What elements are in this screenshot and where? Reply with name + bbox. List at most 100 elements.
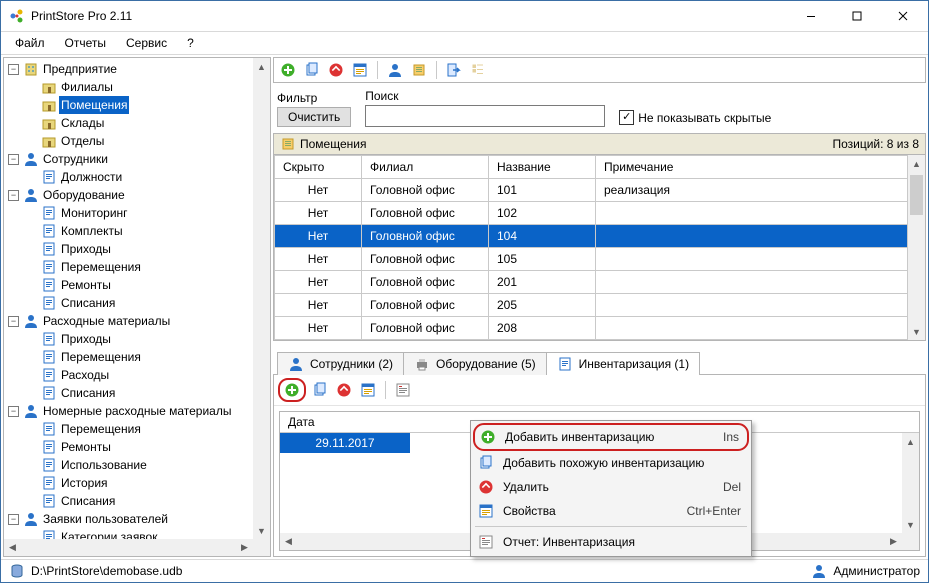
tree-item[interactable]: Приходы	[26, 330, 270, 348]
toolbar-add-button[interactable]	[278, 60, 298, 80]
menu-file[interactable]: Файл	[5, 34, 55, 52]
tree-item[interactable]: Должности	[26, 168, 270, 186]
table-row[interactable]: НетГоловной офис105	[275, 248, 908, 271]
toolbar-list-button[interactable]	[409, 60, 429, 80]
toolbar-delete-button[interactable]	[326, 60, 346, 80]
tree-item[interactable]: Мониторинг	[26, 204, 270, 222]
tree-item[interactable]: Перемещения	[26, 420, 270, 438]
inv-add-button[interactable]	[282, 380, 302, 400]
filter-clear-button[interactable]: Очистить	[277, 107, 351, 127]
tree-item[interactable]: Отделы	[26, 132, 270, 150]
tree-item[interactable]: История	[26, 474, 270, 492]
maximize-button[interactable]	[834, 1, 880, 31]
content-pane: Фильтр Очистить Поиск ✓ Не показывать ск…	[273, 57, 926, 557]
toolbar-export-button[interactable]	[444, 60, 464, 80]
detail-tabs: Сотрудники (2)Оборудование (5)Инвентариз…	[273, 351, 926, 374]
table-row[interactable]: НетГоловной офис201	[275, 271, 908, 294]
detail-tab[interactable]: Сотрудники (2)	[277, 352, 404, 375]
inventory-toolbar	[274, 375, 925, 406]
inv-delete-button[interactable]	[334, 380, 354, 400]
inventory-list: Дата 29.11.2017 ▲▼ ◀▶ Добавить инвентари…	[279, 411, 920, 551]
search-input[interactable]	[365, 105, 605, 127]
table-row[interactable]: НетГоловной офис208	[275, 317, 908, 340]
tree-item[interactable]: Филиалы	[26, 78, 270, 96]
table-row[interactable]: НетГоловной офис205	[275, 294, 908, 317]
tree-item[interactable]: −Заявки пользователей	[8, 510, 270, 528]
invlist-scrollbar-vertical[interactable]: ▲▼	[902, 433, 919, 533]
tree-scrollbar-vertical[interactable]: ▲▼	[253, 58, 270, 539]
detail-tab[interactable]: Оборудование (5)	[403, 352, 547, 375]
hide-checkbox-label: Не показывать скрытые	[638, 111, 771, 125]
context-menu-item[interactable]: Добавить инвентаризациюIns	[473, 423, 749, 451]
user-icon	[811, 563, 827, 579]
list-item[interactable]: 29.11.2017	[280, 433, 410, 453]
menu-service[interactable]: Сервис	[116, 34, 177, 52]
context-menu-item[interactable]: Добавить похожую инвентаризацию	[473, 451, 749, 475]
grid-title-icon	[280, 136, 296, 152]
tree-item[interactable]: Склады	[26, 114, 270, 132]
table-row[interactable]: НетГоловной офис101реализация	[275, 179, 908, 202]
toolbar-copy-button[interactable]	[302, 60, 322, 80]
titlebar: PrintStore Pro 2.11	[1, 1, 928, 32]
tree-item[interactable]: Перемещения	[26, 348, 270, 366]
grid-counter: Позиций: 8 из 8	[832, 137, 919, 151]
rooms-grid: Помещения Позиций: 8 из 8 СкрытоФилиалНа…	[273, 133, 926, 341]
tree-item[interactable]: Перемещения	[26, 258, 270, 276]
grid-col-header[interactable]: Филиал	[362, 156, 489, 179]
toolbar-person-button[interactable]	[385, 60, 405, 80]
filter-label: Фильтр	[277, 91, 351, 105]
tree-item[interactable]: Списания	[26, 294, 270, 312]
inventory-context-menu: Добавить инвентаризациюInsДобавить похож…	[470, 420, 752, 557]
tree-item[interactable]: Ремонты	[26, 438, 270, 456]
grid-col-header[interactable]: Название	[489, 156, 596, 179]
tree-item[interactable]: −Оборудование	[8, 186, 270, 204]
status-path: D:\PrintStore\demobase.udb	[31, 564, 182, 578]
grid-scrollbar-vertical[interactable]: ▲▼	[908, 155, 925, 340]
nav-tree-pane: −ПредприятиеФилиалыПомещенияСкладыОтделы…	[3, 57, 271, 557]
table-row[interactable]: НетГоловной офис104	[275, 225, 908, 248]
tree-item[interactable]: −Расходные материалы	[8, 312, 270, 330]
grid-col-header[interactable]: Скрыто	[275, 156, 362, 179]
tree-item[interactable]: Использование	[26, 456, 270, 474]
highlight-add	[278, 378, 306, 402]
context-menu-item[interactable]: СвойстваCtrl+Enter	[473, 499, 749, 523]
hide-checkbox[interactable]: ✓	[619, 110, 634, 125]
toolbar-props-button[interactable]	[350, 60, 370, 80]
context-menu-item[interactable]: УдалитьDel	[473, 475, 749, 499]
inv-report-button[interactable]	[393, 380, 413, 400]
menu-reports[interactable]: Отчеты	[55, 34, 116, 52]
toolbar-tags-button[interactable]	[468, 60, 488, 80]
inv-props-button[interactable]	[358, 380, 378, 400]
menu-help[interactable]: ?	[177, 34, 204, 52]
database-icon	[9, 563, 25, 579]
tree-item[interactable]: −Сотрудники	[8, 150, 270, 168]
main-toolbar	[273, 57, 926, 83]
tree-item[interactable]: Расходы	[26, 366, 270, 384]
context-menu-item[interactable]: Отчет: Инвентаризация	[473, 530, 749, 554]
filter-bar: Фильтр Очистить Поиск ✓ Не показывать ск…	[273, 83, 926, 131]
tree-item[interactable]: Помещения	[26, 96, 270, 114]
app-window: PrintStore Pro 2.11 Файл Отчеты Сервис ?…	[0, 0, 929, 583]
inv-copy-button[interactable]	[310, 380, 330, 400]
statusbar: D:\PrintStore\demobase.udb Администратор	[1, 559, 928, 582]
detail-tab[interactable]: Инвентаризация (1)	[546, 352, 700, 375]
tree-scrollbar-horizontal[interactable]: ◀▶	[4, 539, 253, 556]
menubar: Файл Отчеты Сервис ?	[1, 32, 928, 55]
tree-item[interactable]: Ремонты	[26, 276, 270, 294]
nav-tree[interactable]: −ПредприятиеФилиалыПомещенияСкладыОтделы…	[4, 58, 270, 548]
table-row[interactable]: НетГоловной офис102	[275, 202, 908, 225]
tree-item[interactable]: −Предприятие	[8, 60, 270, 78]
grid-col-header[interactable]: Примечание	[596, 156, 908, 179]
tree-item[interactable]: Списания	[26, 492, 270, 510]
close-button[interactable]	[880, 1, 926, 31]
grid-title: Помещения	[300, 137, 366, 151]
tree-item[interactable]: Комплекты	[26, 222, 270, 240]
tree-item[interactable]: Списания	[26, 384, 270, 402]
inventory-panel: Дата 29.11.2017 ▲▼ ◀▶ Добавить инвентари…	[273, 374, 926, 557]
status-user: Администратор	[833, 564, 920, 578]
tree-item[interactable]: −Номерные расходные материалы	[8, 402, 270, 420]
app-logo-icon	[9, 8, 25, 24]
minimize-button[interactable]	[788, 1, 834, 31]
tree-item[interactable]: Приходы	[26, 240, 270, 258]
window-title: PrintStore Pro 2.11	[31, 9, 788, 23]
